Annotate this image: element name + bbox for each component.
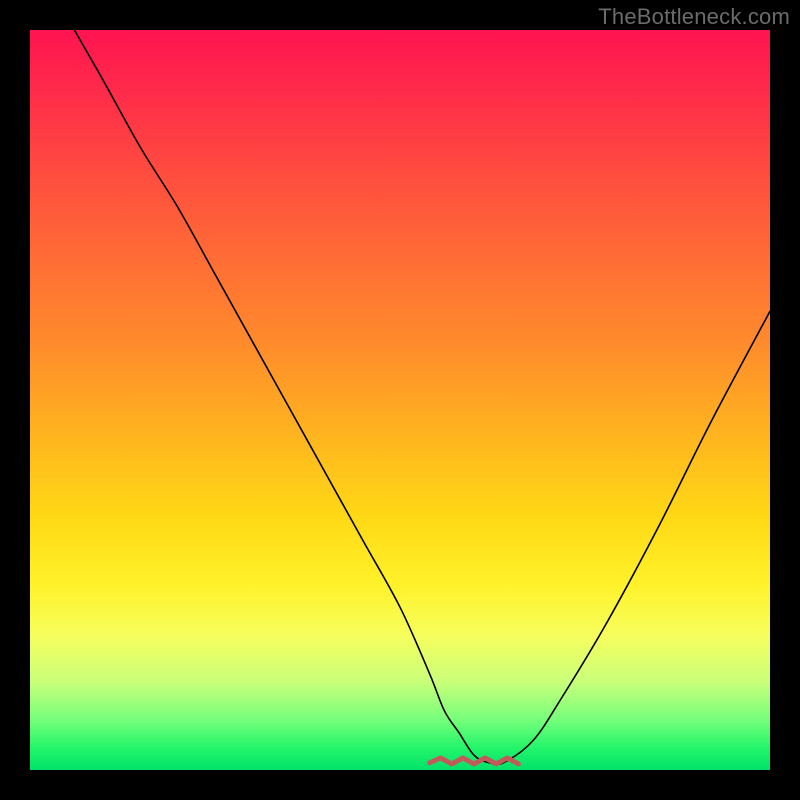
bottom-highlight xyxy=(430,758,519,764)
plot-area xyxy=(30,30,770,770)
chart-overlay xyxy=(30,30,770,770)
chart-canvas: TheBottleneck.com xyxy=(0,0,800,800)
watermark-text: TheBottleneck.com xyxy=(598,4,790,30)
bottleneck-curve xyxy=(74,30,770,765)
